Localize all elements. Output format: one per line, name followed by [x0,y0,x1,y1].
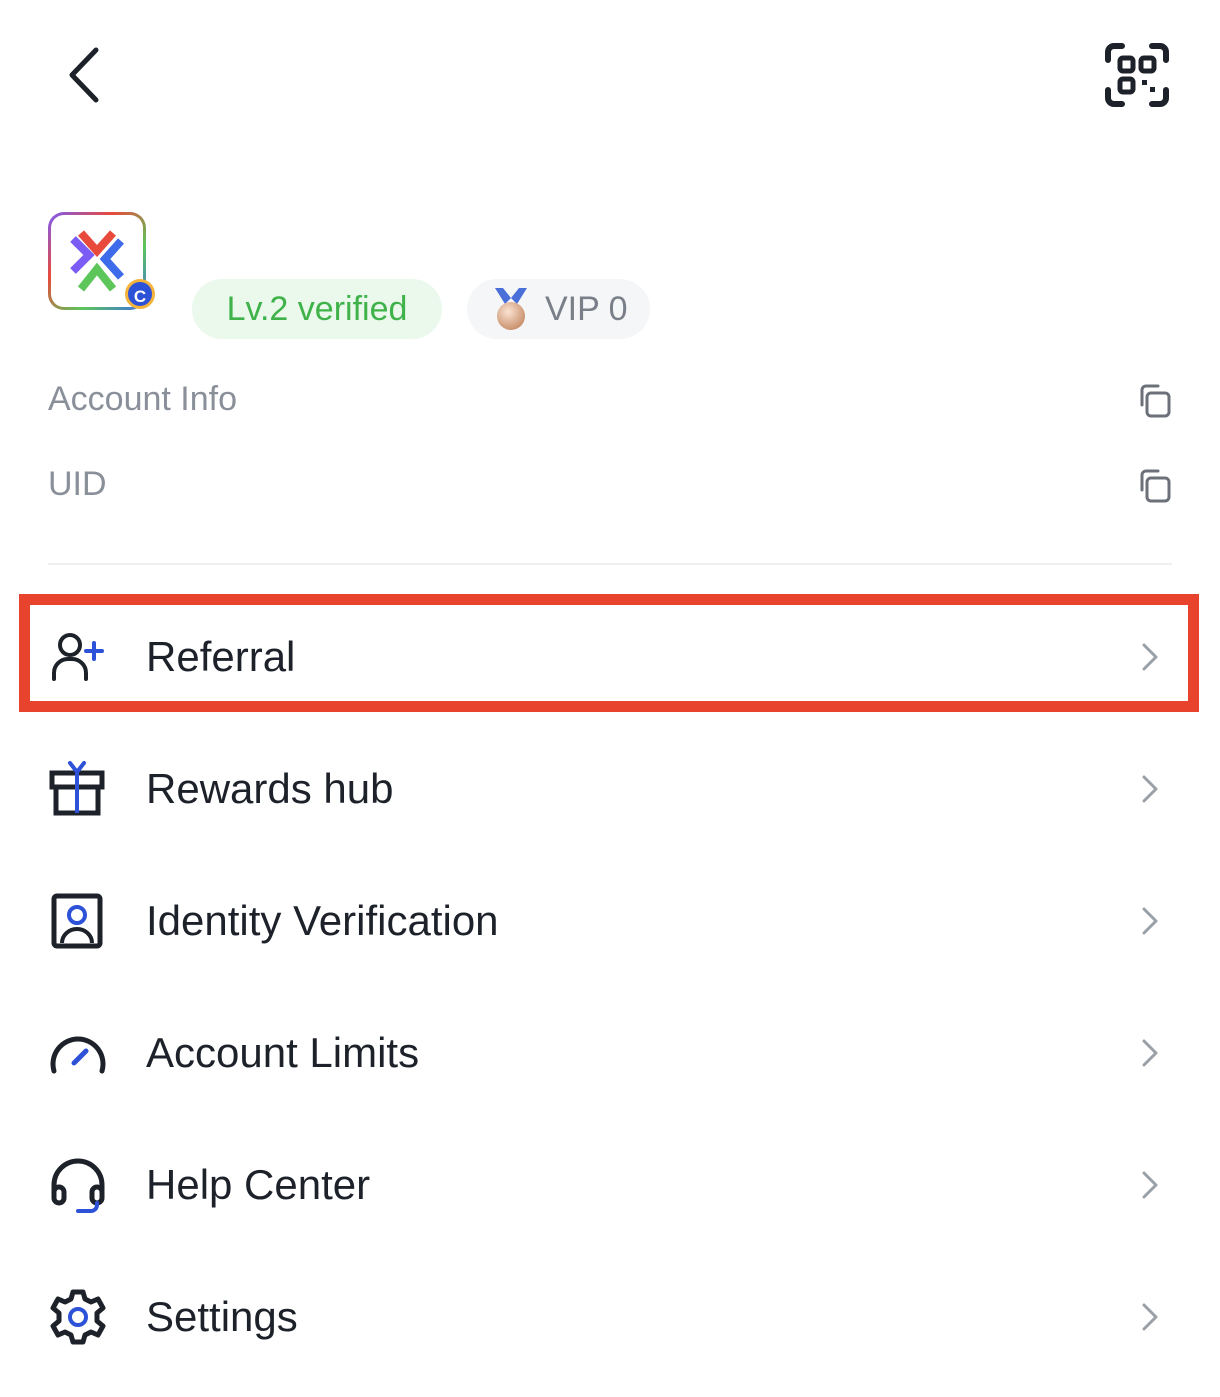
headset-icon [51,1158,105,1213]
menu-item-label: Identity Verification [146,897,499,944]
verification-badge-label: Lv.2 verified [226,289,408,328]
gauge-icon [50,1036,106,1074]
menu-item-label: Rewards hub [146,765,394,812]
menu-item-label: Help Center [146,1161,371,1208]
menu-item-label: Account Limits [146,1029,420,1076]
menu-item-identity-verification[interactable]: Identity Verification [48,866,1172,976]
chevron-right-icon [1142,775,1158,803]
qr-scan-button[interactable] [1100,38,1174,112]
avatar-badge: C [125,279,155,309]
chevron-right-icon [1142,1171,1158,1199]
referral-highlight-box [19,594,1199,712]
medal-icon [495,288,527,330]
verification-badge[interactable]: Lv.2 verified [192,279,442,339]
chevron-right-icon [1142,1039,1158,1067]
menu-item-help-center[interactable]: Help Center [48,1130,1172,1240]
app-logo-icon [70,230,124,292]
menu-item-label: Settings [146,1293,298,1340]
copy-icon [1140,384,1171,418]
copy-uid-button[interactable] [1136,468,1172,504]
chevron-left-icon [69,47,99,103]
chevron-right-icon [1142,1303,1158,1331]
copy-icon [1140,469,1171,503]
account-info-label: Account Info [48,380,238,418]
menu-item-rewards-hub[interactable]: Rewards hub [48,734,1172,844]
qr-scan-icon [1105,43,1169,107]
vip-badge[interactable]: VIP 0 [467,279,650,339]
vip-badge-label: VIP 0 [545,289,628,328]
gear-icon [50,1289,106,1345]
copy-account-info-button[interactable] [1136,383,1172,419]
menu-item-settings[interactable]: Settings [48,1262,1172,1372]
menu-item-account-limits[interactable]: Account Limits [48,998,1172,1108]
id-card-icon [51,893,103,949]
back-button[interactable] [50,40,120,110]
divider [48,563,1172,565]
gift-icon [49,761,105,816]
uid-label: UID [48,465,107,503]
chevron-right-icon [1142,907,1158,935]
